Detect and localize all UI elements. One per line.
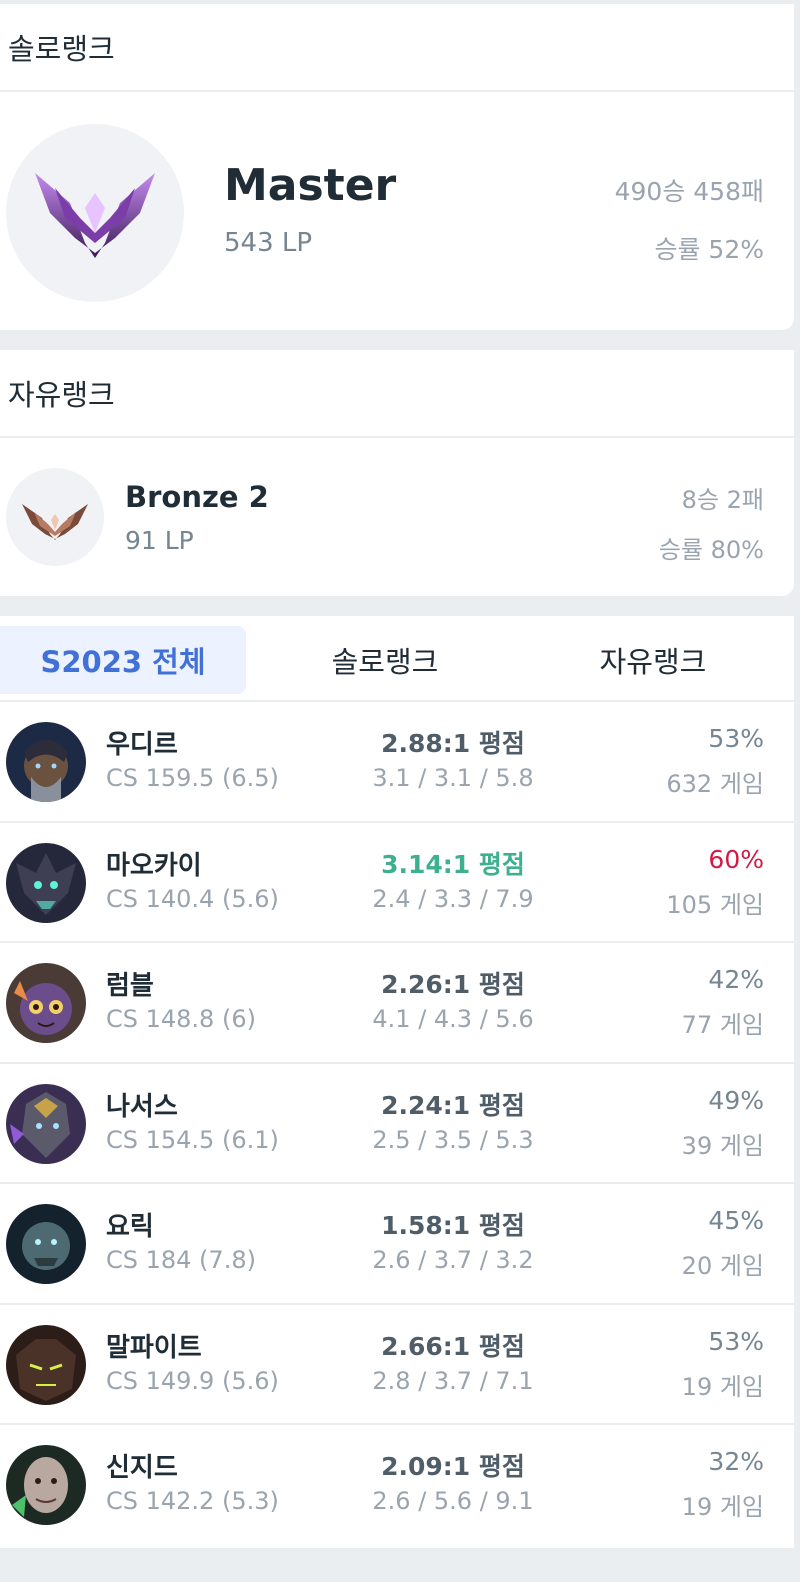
champion-games: 19 게임: [681, 1493, 764, 1521]
champion-winrate: 42%: [708, 965, 764, 994]
solo-rank-header: 솔로랭크: [0, 4, 794, 92]
champion-name: 마오카이: [106, 850, 202, 881]
season-tabs: S2023 전체 솔로랭크 자유랭크: [0, 616, 794, 702]
champion-portrait-icon: [6, 1204, 86, 1284]
champion-name: 럼블: [106, 971, 154, 1001]
champion-games: 19 게임: [681, 1372, 764, 1401]
champion-kda-ratio: 2.88:1 평점: [381, 729, 525, 758]
champion-portrait-icon: [6, 963, 86, 1043]
tab-season-all[interactable]: S2023 전체: [0, 626, 246, 694]
champion-row[interactable]: 마오카이 CS 140.4 (5.6) 3.14:1 평점 2.4 / 3.3 …: [0, 823, 794, 943]
champion-row[interactable]: 요릭 CS 184 (7.8) 1.58:1 평점 2.6 / 3.7 / 3.…: [0, 1184, 794, 1305]
flex-tier-lp: 91 LP: [125, 526, 194, 555]
champion-kda: 2.6 / 3.7 / 3.2: [372, 1246, 534, 1274]
champion-winrate: 53%: [708, 1326, 764, 1356]
champion-portrait-icon: [6, 722, 86, 802]
solo-rank-summary: Master 543 LP 490승 458패 승률 52%: [0, 92, 794, 328]
flex-rank-summary: Bronze 2 91 LP 8승 2패 승률 80%: [0, 438, 794, 594]
champion-cs: CS 154.5 (6.1): [106, 1125, 279, 1154]
champion-winrate: 32%: [708, 1447, 764, 1476]
flex-record: 8승 2패: [681, 486, 764, 514]
champion-kda-ratio: 2.09:1 평점: [381, 1452, 525, 1481]
champion-kda: 4.1 / 4.3 / 5.6: [372, 1005, 534, 1033]
champion-row[interactable]: 신지드 CS 142.2 (5.3) 2.09:1 평점 2.6 / 5.6 /…: [0, 1425, 794, 1546]
champion-name: 요릭: [106, 1212, 154, 1242]
solo-rank-card: 솔로랭크 Master 543 LP 490승 458패 승률 52%: [0, 4, 794, 330]
master-emblem-icon: [6, 124, 184, 302]
solo-tier-lp: 543 LP: [224, 228, 313, 258]
champion-kda-ratio: 2.24:1 평점: [381, 1090, 525, 1120]
champion-games: 39 게임: [681, 1131, 764, 1160]
champion-kda-ratio: 1.58:1 평점: [381, 1211, 525, 1240]
champion-cs: CS 159.5 (6.5): [106, 764, 279, 792]
champion-portrait-icon: [6, 842, 86, 923]
champion-name: 우디르: [106, 730, 178, 760]
champion-list: 우디르 CS 159.5 (6.5) 2.88:1 평점 3.1 / 3.1 /…: [0, 702, 794, 1546]
champion-games: 77 게임: [681, 1011, 764, 1039]
champion-cs: CS 142.2 (5.3): [106, 1487, 279, 1515]
solo-record: 490승 458패: [614, 177, 764, 206]
champion-winrate: 49%: [708, 1085, 764, 1115]
flex-rank-header: 자유랭크: [0, 350, 794, 438]
champion-kda-ratio: 2.66:1 평점: [381, 1331, 525, 1361]
champion-stats-card: S2023 전체 솔로랭크 자유랭크 우디르 CS 159.5 (6.5) 2.…: [0, 616, 794, 1548]
flex-winrate: 승률 80%: [658, 536, 764, 564]
champion-games: 105 게임: [666, 890, 764, 919]
champion-portrait-icon: [6, 1324, 86, 1405]
champion-cs: CS 140.4 (5.6): [106, 884, 279, 913]
solo-tier-name: Master: [224, 160, 397, 211]
champion-row[interactable]: 말파이트 CS 149.9 (5.6) 2.66:1 평점 2.8 / 3.7 …: [0, 1305, 794, 1425]
champion-kda: 2.4 / 3.3 / 7.9: [372, 884, 534, 913]
champion-cs: CS 184 (7.8): [106, 1246, 256, 1274]
champion-name: 나서스: [106, 1091, 178, 1122]
tab-flex-rank[interactable]: 자유랭크: [536, 626, 770, 694]
champion-kda: 2.5 / 3.5 / 5.3: [372, 1125, 534, 1154]
champion-games: 20 게임: [681, 1252, 764, 1280]
champion-kda: 2.8 / 3.7 / 7.1: [372, 1366, 534, 1395]
champion-cs: CS 148.8 (6): [106, 1005, 256, 1033]
champion-cs: CS 149.9 (5.6): [106, 1366, 279, 1395]
champion-name: 신지드: [106, 1453, 178, 1483]
champion-winrate: 53%: [708, 724, 764, 753]
champion-portrait-icon: [6, 1445, 86, 1525]
champion-winrate: 60%: [708, 844, 764, 874]
tab-solo-rank[interactable]: 솔로랭크: [268, 626, 502, 694]
champion-name: 말파이트: [106, 1332, 202, 1363]
champion-row[interactable]: 럼블 CS 148.8 (6) 2.26:1 평점 4.1 / 4.3 / 5.…: [0, 943, 794, 1064]
flex-tier-name: Bronze 2: [125, 480, 269, 514]
bronze-emblem-icon: [6, 468, 104, 566]
champion-kda: 2.6 / 5.6 / 9.1: [372, 1487, 534, 1515]
champion-kda-ratio: 2.26:1 평점: [381, 970, 525, 999]
champion-kda-ratio: 3.14:1 평점: [381, 849, 525, 879]
flex-rank-card: 자유랭크 Bronze 2 91 LP 8승 2패 승률 80%: [0, 350, 794, 596]
champion-winrate: 45%: [708, 1206, 764, 1235]
solo-winrate: 승률 52%: [654, 235, 764, 264]
champion-games: 632 게임: [666, 770, 764, 798]
champion-row[interactable]: 우디르 CS 159.5 (6.5) 2.88:1 평점 3.1 / 3.1 /…: [0, 702, 794, 823]
champion-kda: 3.1 / 3.1 / 5.8: [372, 764, 534, 792]
champion-row[interactable]: 나서스 CS 154.5 (6.1) 2.24:1 평점 2.5 / 3.5 /…: [0, 1064, 794, 1184]
champion-portrait-icon: [6, 1083, 86, 1164]
